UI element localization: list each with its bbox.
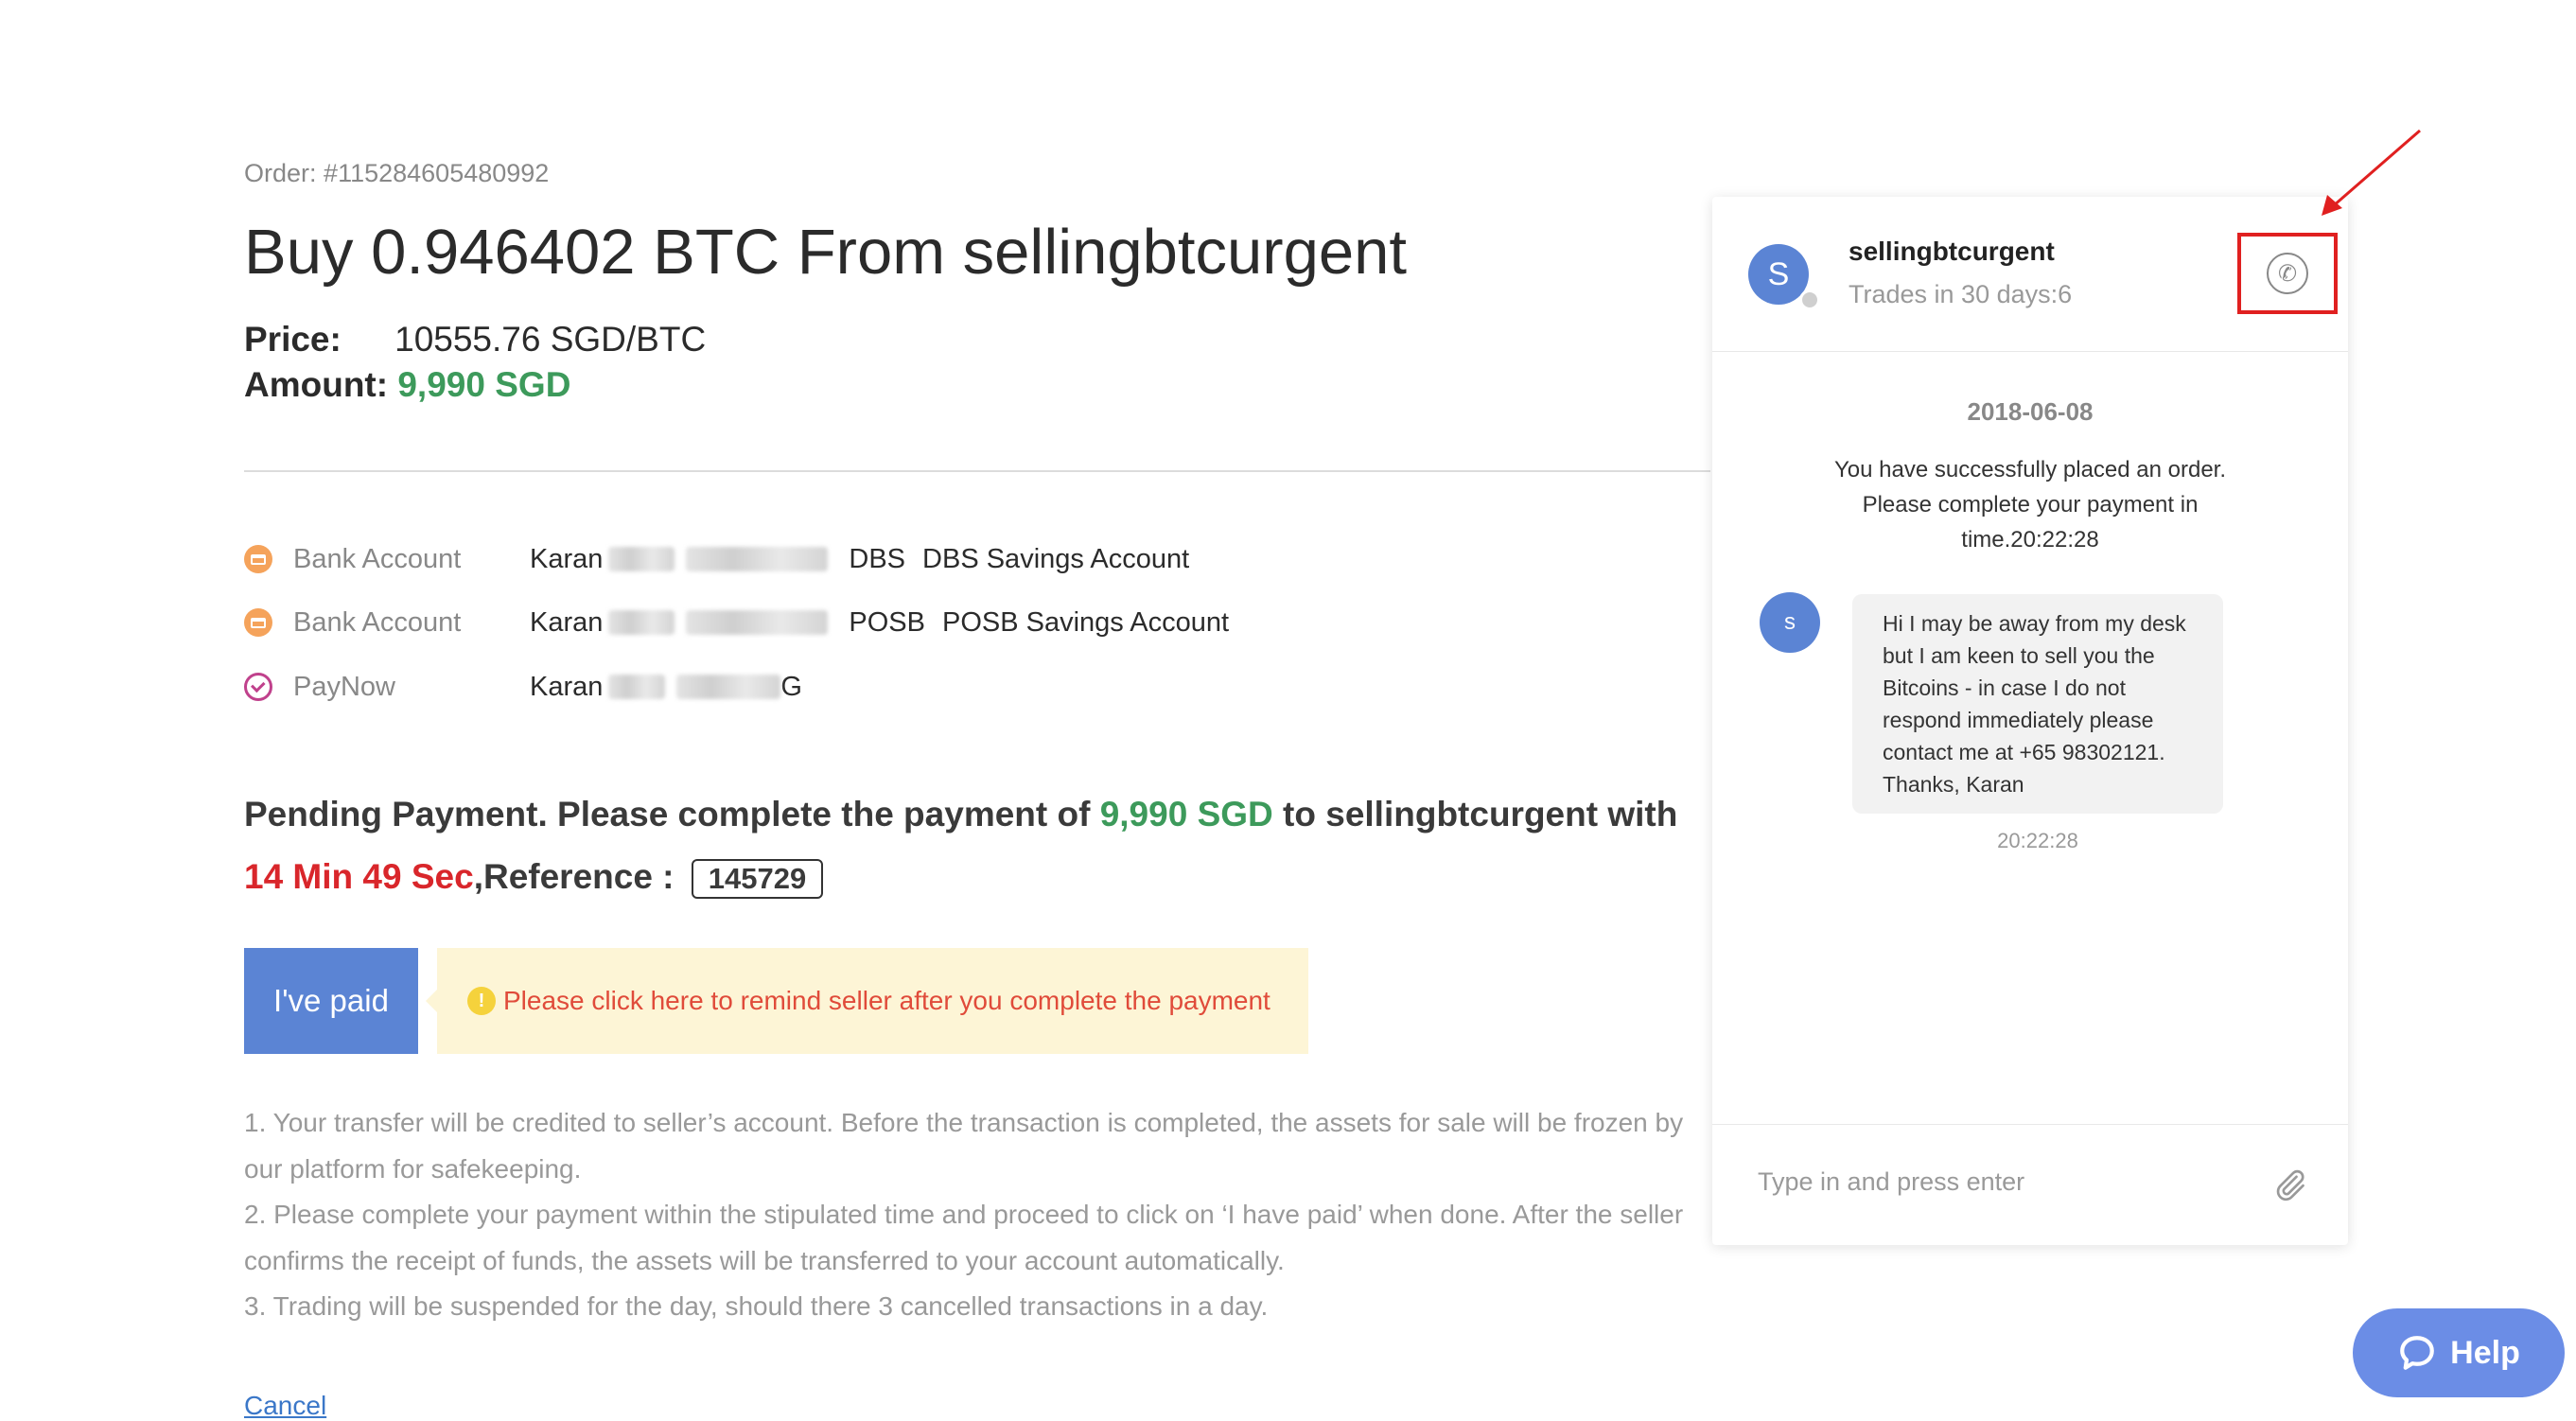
ive-paid-button[interactable]: I've paid [244, 948, 418, 1054]
price-row: Price: 10555.76 SGD/BTC [244, 320, 706, 360]
bank-name: POSB [849, 606, 925, 638]
account-type: DBS Savings Account [922, 543, 1190, 574]
chat-date: 2018-06-08 [1967, 397, 2094, 426]
chat-input-row [1712, 1124, 2348, 1246]
bank-name: DBS [849, 543, 906, 574]
payment-method-row: Bank Account Karan POSB POSB Savings Acc… [244, 599, 1229, 646]
seller-trades: Trades in 30 days:6 [1849, 280, 2073, 308]
order-id: Order: #115284605480992 [244, 159, 549, 188]
order-label: Order: [244, 159, 317, 187]
pending-payment-notice: Pending Payment. Please complete the pay… [244, 783, 1720, 908]
payment-type: Bank Account [293, 606, 462, 638]
message-time: 20:22:28 [1997, 829, 2078, 852]
seller-name: sellingbtcurgent [1849, 237, 2055, 266]
countdown-timer: 14 Min 49 Sec [244, 857, 474, 896]
online-status-dot [1799, 289, 1820, 310]
phone-icon[interactable]: ✆ [2267, 253, 2308, 294]
redacted-account-number [686, 547, 829, 571]
order-number: #115284605480992 [324, 159, 550, 187]
amount-value: 9,990 SGD [397, 365, 571, 404]
page-title: Buy 0.946402 BTC From sellingbtcurgent [244, 217, 1407, 288]
payment-type: PayNow [293, 671, 395, 702]
account-type: POSB Savings Account [941, 606, 1230, 638]
amount-label: Amount: [244, 365, 389, 404]
price-value: 10555.76 SGD/BTC [394, 320, 707, 359]
help-button[interactable]: Help [2353, 1308, 2565, 1397]
redacted-paynow-id [676, 675, 781, 699]
rules-list: 1. Your transfer will be credited to sel… [244, 1100, 1720, 1330]
paynow-check-icon [244, 673, 272, 701]
remind-seller-notice[interactable]: ! Please click here to remind seller aft… [426, 948, 1308, 1054]
reference-label: ,Reference : [473, 857, 675, 896]
payment-method-row: PayNow Karan G [244, 663, 802, 710]
annotation-arrow [2322, 129, 2421, 216]
bank-card-icon [244, 608, 272, 637]
payment-type: Bank Account [293, 543, 462, 574]
chat-panel: S sellingbtcurgent Trades in 30 days:6 ✆… [1712, 197, 2348, 1245]
amount-row: Amount: 9,990 SGD [244, 365, 570, 405]
chat-input[interactable] [1756, 1167, 2270, 1198]
chat-header: S sellingbtcurgent Trades in 30 days:6 ✆ [1712, 197, 2348, 352]
redacted-name [608, 675, 666, 699]
remind-seller-text: Please click here to remind seller after… [503, 986, 1270, 1015]
reference-code: 145729 [691, 859, 824, 899]
redacted-name [608, 547, 675, 571]
pending-middle: to sellingbtcurgent with [1283, 795, 1678, 833]
chat-bubble-icon [2400, 1336, 2435, 1370]
help-label: Help [2450, 1334, 2520, 1371]
divider [244, 470, 1710, 472]
payment-method-row: Bank Account Karan DBS DBS Savings Accou… [244, 535, 1189, 583]
paynow-id-suffix: G [780, 671, 802, 702]
redacted-name [608, 610, 675, 635]
cancel-link[interactable]: Cancel [244, 1391, 326, 1421]
account-holder: Karan [530, 606, 604, 638]
warning-icon: ! [467, 987, 496, 1015]
rule-item: 3. Trading will be suspended for the day… [244, 1291, 1269, 1321]
account-holder: Karan [530, 671, 604, 702]
system-message: You have successfully placed an order. P… [1833, 457, 2227, 553]
account-holder: Karan [530, 543, 604, 574]
price-label: Price: [244, 320, 342, 359]
paperclip-icon[interactable] [2270, 1167, 2308, 1204]
message-bubble: Hi I may be away from my desk but I am k… [1852, 594, 2223, 814]
call-button-highlight[interactable]: ✆ [2237, 233, 2338, 314]
bank-card-icon [244, 545, 272, 573]
rule-item: 1. Your transfer will be credited to sel… [244, 1108, 1684, 1184]
rule-item: 2. Please complete your payment within t… [244, 1200, 1684, 1275]
pending-amount: 9,990 SGD [1099, 795, 1273, 833]
pending-prefix: Pending Payment. Please complete the pay… [244, 795, 1091, 833]
message-avatar: s [1760, 592, 1820, 653]
redacted-account-number [686, 610, 829, 635]
